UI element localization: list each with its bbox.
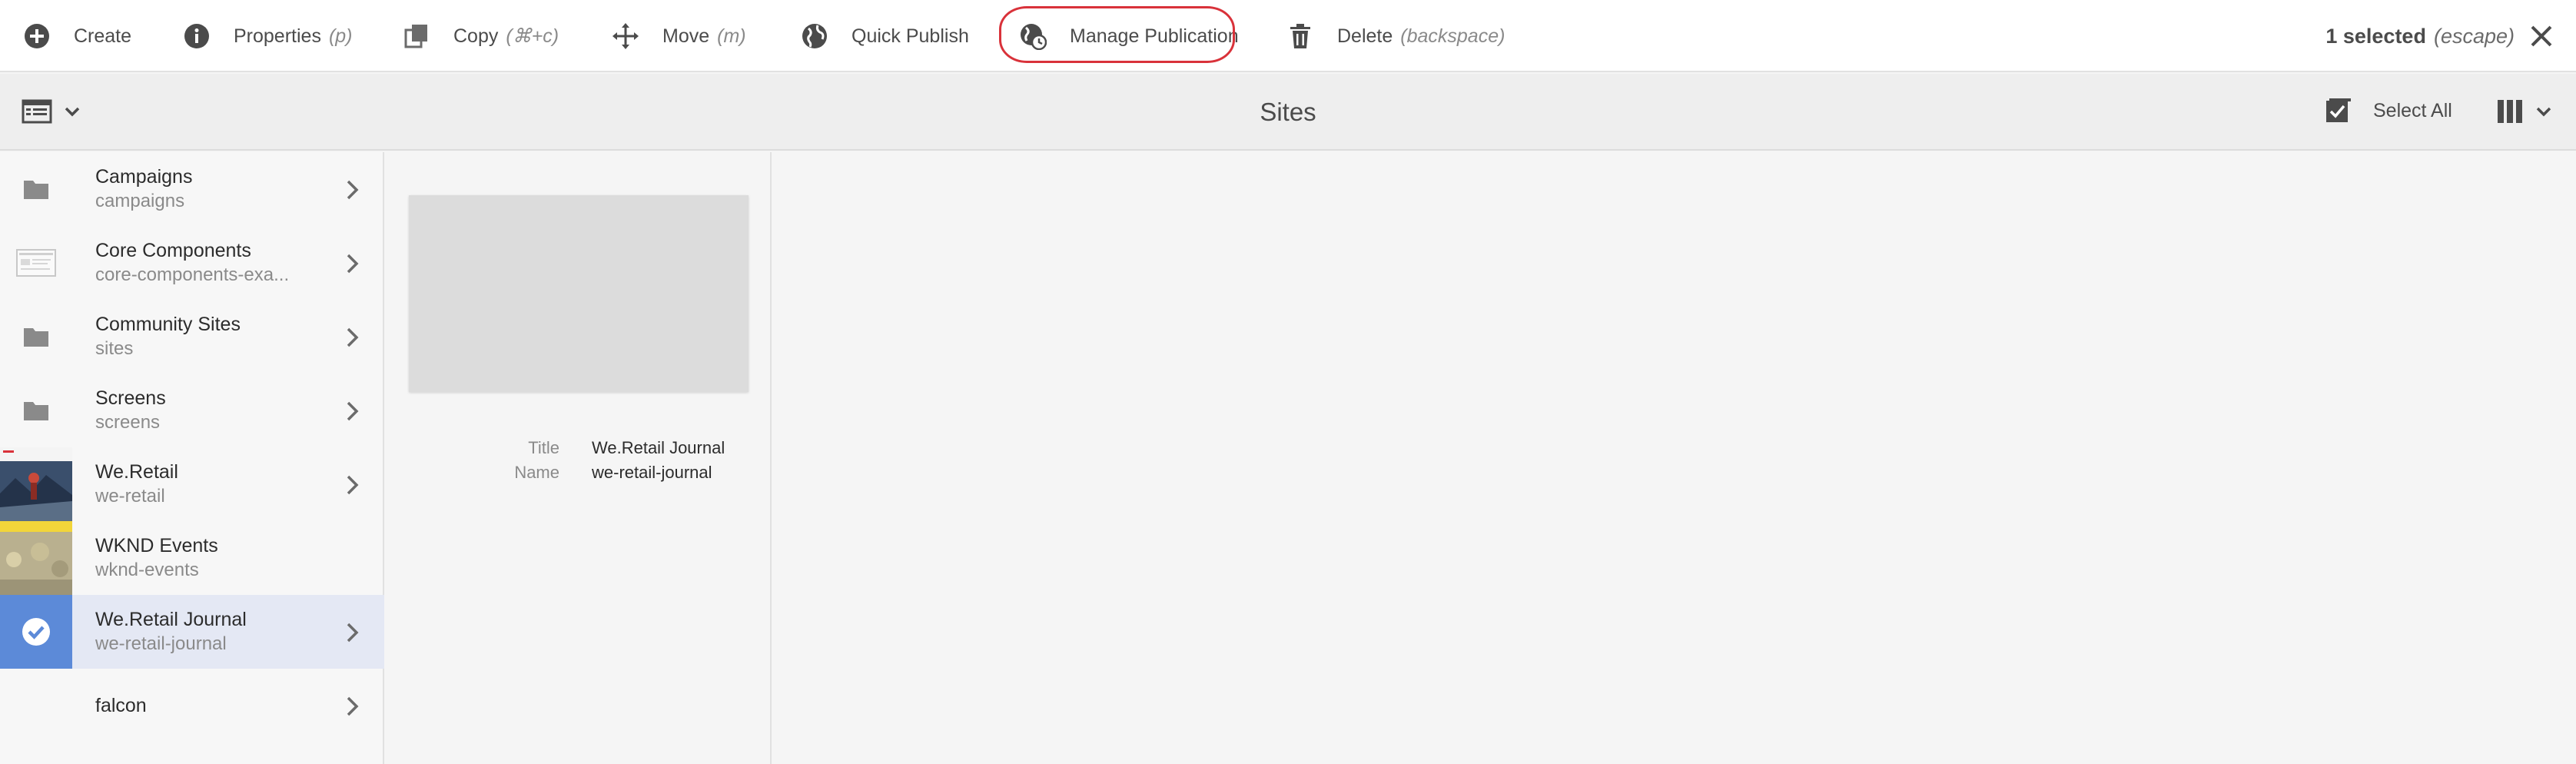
column-1: Campaigns campaigns Core Components core…: [0, 152, 384, 764]
move-label: Move: [662, 25, 710, 47]
item-thumbnail: [0, 226, 72, 300]
delete-shortcut: (backspace): [1400, 25, 1505, 47]
item-title: Screens: [95, 387, 166, 409]
list-item-campaigns[interactable]: Campaigns campaigns: [0, 152, 384, 226]
wknd-thumbnail: [0, 521, 72, 595]
chevron-right-icon[interactable]: [344, 252, 361, 275]
item-thumbnail: [0, 152, 72, 226]
item-name: wknd-events: [95, 560, 199, 580]
sub-header: Sites Select All: [0, 74, 2576, 151]
create-label: Create: [74, 25, 132, 47]
select-all-button[interactable]: Select All: [2324, 97, 2452, 125]
item-thumbnail: [0, 447, 72, 521]
meta-title-key: Title: [528, 438, 559, 457]
info-icon: [184, 24, 209, 48]
column-view-icon: [2498, 100, 2522, 123]
action-bar: Create Properties (p) Copy (⌘+c) Move (m…: [0, 0, 2576, 72]
folder-icon: [24, 328, 48, 347]
chevron-right-icon[interactable]: [344, 695, 361, 718]
item-title: We.Retail Journal: [95, 609, 247, 630]
copy-shortcut: (⌘+c): [506, 25, 559, 47]
item-name: core-components-exa...: [95, 264, 290, 285]
properties-shortcut: (p): [328, 25, 353, 47]
item-title: WKND Events: [95, 535, 218, 556]
page-thumbnail-icon: [16, 249, 56, 277]
close-icon[interactable]: [2528, 23, 2554, 49]
meta-title-value: We.Retail Journal: [592, 438, 725, 457]
list-item-wknd-events[interactable]: WKND Events wknd-events: [0, 521, 384, 595]
item-name: we-retail-journal: [95, 633, 227, 654]
item-thumbnail: [0, 521, 72, 595]
folder-icon: [24, 402, 48, 420]
list-item-community-sites[interactable]: Community Sites sites: [0, 300, 384, 374]
list-item-falcon[interactable]: falcon: [0, 669, 384, 742]
item-thumbnail: [0, 669, 72, 742]
copy-button[interactable]: Copy (⌘+c): [403, 0, 559, 72]
list-item-we-retail-journal[interactable]: We.Retail Journal we-retail-journal: [0, 595, 384, 669]
we-retail-thumbnail: [0, 447, 72, 521]
create-button[interactable]: Create: [23, 0, 131, 72]
meta-name-key: Name: [514, 463, 559, 482]
chevron-down-icon: [65, 107, 80, 117]
copy-icon: [404, 25, 427, 48]
copy-label: Copy: [453, 25, 499, 47]
item-name: campaigns: [95, 191, 185, 211]
chevron-right-icon[interactable]: [344, 178, 361, 201]
chevron-right-icon[interactable]: [344, 621, 361, 644]
column-2-preview: Title We.Retail Journal Name we-retail-j…: [386, 152, 772, 764]
quick-publish-label: Quick Publish: [851, 25, 969, 47]
rail-panel-icon: [22, 99, 52, 124]
page-title: Sites: [1260, 98, 1316, 126]
item-thumbnail: [0, 374, 72, 447]
move-shortcut: (m): [717, 25, 746, 47]
chevron-down-icon: [2536, 107, 2551, 117]
preview-metadata: Title We.Retail Journal Name we-retail-j…: [386, 438, 770, 487]
select-all-label: Select All: [2373, 99, 2452, 121]
item-name: sites: [95, 338, 134, 359]
item-title: Core Components: [95, 240, 251, 261]
add-circle-icon: [25, 24, 49, 48]
properties-button[interactable]: Properties (p): [183, 0, 353, 72]
properties-label: Properties: [234, 25, 321, 47]
view-switcher-button[interactable]: [2496, 98, 2553, 125]
chevron-right-icon[interactable]: [344, 326, 361, 349]
chevron-right-icon[interactable]: [344, 400, 361, 423]
item-thumbnail[interactable]: [0, 595, 72, 669]
manage-publication-label: Manage Publication: [1070, 25, 1239, 47]
item-title: Community Sites: [95, 314, 241, 335]
move-button[interactable]: Move (m): [612, 0, 746, 72]
select-all-icon: [2326, 98, 2351, 122]
trash-icon: [1290, 24, 1310, 48]
item-title: We.Retail: [95, 461, 178, 483]
globe-icon: [802, 24, 827, 48]
item-title: falcon: [95, 695, 147, 716]
globe-clock-icon: [1021, 24, 1047, 50]
meta-name-value: we-retail-journal: [592, 463, 712, 482]
item-thumbnail: [0, 300, 72, 374]
delete-button[interactable]: Delete (backspace): [1286, 0, 1505, 72]
item-title: Campaigns: [95, 166, 193, 188]
manage-publication-button[interactable]: Manage Publication: [1019, 0, 1239, 72]
quick-publish-button[interactable]: Quick Publish: [801, 0, 969, 72]
rail-toggle-button[interactable]: [22, 98, 81, 125]
page-preview-thumbnail: [409, 195, 749, 392]
selection-info[interactable]: 1 selected (escape): [2325, 0, 2515, 72]
list-item-core-components[interactable]: Core Components core-components-exa...: [0, 226, 384, 300]
list-item-we-retail[interactable]: We.Retail we-retail: [0, 447, 384, 521]
move-icon: [612, 23, 639, 49]
item-name: screens: [95, 412, 161, 433]
chevron-right-icon[interactable]: [344, 473, 361, 497]
delete-label: Delete: [1337, 25, 1393, 47]
item-name: we-retail: [95, 486, 165, 507]
folder-icon: [24, 181, 48, 199]
selection-hint: (escape): [2433, 24, 2515, 48]
selection-count: 1 selected: [2325, 24, 2426, 48]
list-item-screens[interactable]: Screens screens: [0, 374, 384, 447]
checkmark-icon: [22, 618, 50, 646]
